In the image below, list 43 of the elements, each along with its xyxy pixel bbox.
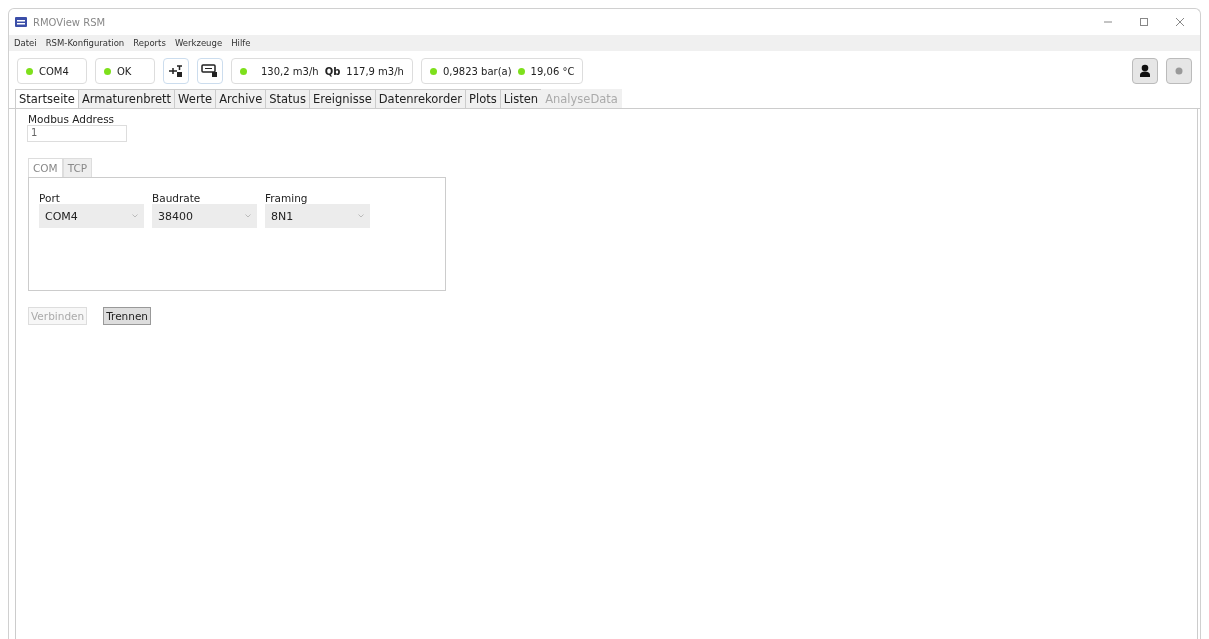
chevron-down-icon xyxy=(245,214,251,218)
field-label: Framing xyxy=(265,192,309,204)
close-icon[interactable] xyxy=(1176,18,1184,26)
app-logo-icon xyxy=(15,17,27,27)
tab[interactable]: Listen xyxy=(499,89,543,108)
status-indicator: OK xyxy=(95,58,155,84)
tab[interactable]: Werte xyxy=(174,89,217,108)
menu-item[interactable]: Reports xyxy=(133,38,166,48)
user-icon xyxy=(1138,64,1152,78)
tab[interactable]: Archive xyxy=(215,89,267,108)
input-field[interactable]: 1 xyxy=(27,125,127,142)
flow-indicator: 130,2 m3/h Qb 117,9 m3/h xyxy=(231,58,413,84)
chevron-down-icon xyxy=(132,214,138,218)
user-button[interactable] xyxy=(1132,58,1158,84)
window-title: RMOView RSM xyxy=(33,16,107,28)
circle-icon xyxy=(1175,67,1183,75)
dropdown[interactable]: 8N1 xyxy=(265,204,370,228)
menu-item[interactable]: RSM-Konfiguration xyxy=(45,38,125,48)
tab[interactable]: Ereignisse xyxy=(308,89,376,108)
tab[interactable]: COM xyxy=(28,158,63,177)
status-indicator: COM4 xyxy=(17,58,87,84)
menu-item[interactable]: Datei xyxy=(14,38,37,48)
keyboard-lock-button[interactable] xyxy=(197,58,223,84)
field-label: Modbus Address xyxy=(28,113,115,125)
chevron-down-icon xyxy=(358,214,364,218)
field-label: Port xyxy=(39,192,61,204)
keyboard-lock-icon xyxy=(201,64,219,78)
tab[interactable]: Datenrekorder xyxy=(374,89,466,108)
tab[interactable]: Startseite xyxy=(15,89,79,108)
menu-item[interactable]: Hilfe xyxy=(231,38,251,48)
field-label: Baudrate xyxy=(152,192,202,204)
pressure-temperature-indicator: 0,9823 bar(a) 19,06 °C xyxy=(420,58,584,84)
status-light-button[interactable] xyxy=(1166,58,1192,84)
tab[interactable]: Status xyxy=(265,89,310,108)
tab[interactable]: Plots xyxy=(465,89,501,108)
maximize-icon[interactable] xyxy=(1140,18,1148,26)
menu-item[interactable]: Werkzeuge xyxy=(174,38,223,48)
tab[interactable]: Armaturenbrett xyxy=(77,89,176,108)
action-button[interactable]: Trennen xyxy=(103,307,151,325)
dropdown[interactable]: COM4 xyxy=(39,204,144,228)
dropdown[interactable]: 38400 xyxy=(152,204,257,228)
network-lock-button[interactable] xyxy=(163,58,189,84)
network-lock-icon xyxy=(168,64,184,78)
